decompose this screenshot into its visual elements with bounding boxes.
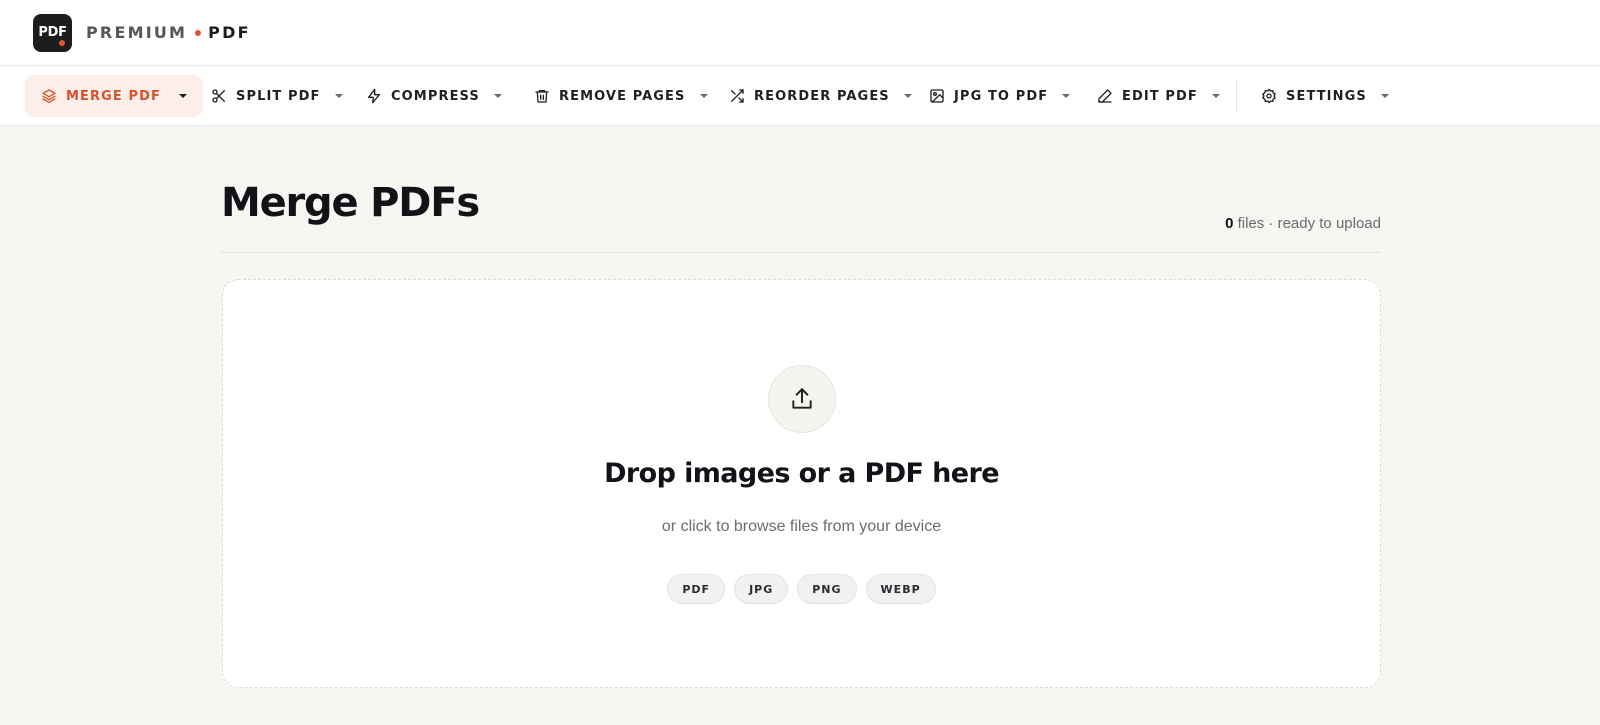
nav-item-reorder-pages[interactable]: REORDER PAGES <box>713 75 928 117</box>
nav-item-label: EDIT PDF <box>1122 88 1198 104</box>
format-chip-jpg: JPG <box>734 574 789 604</box>
chevron-down-icon[interactable] <box>334 94 343 98</box>
shuffle-icon <box>729 88 745 104</box>
title-divider <box>221 252 1381 253</box>
format-chip-webp: WEBP <box>865 574 936 604</box>
nav-item-label: MERGE PDF <box>66 88 162 104</box>
chevron-down-icon[interactable] <box>1380 94 1389 98</box>
nav-item-merge-pdf[interactable]: MERGE PDF <box>25 75 204 117</box>
trash-icon <box>534 88 550 104</box>
nav-item-compress[interactable]: COMPRESS <box>350 75 518 117</box>
layers-icon <box>41 88 57 104</box>
lightning-icon <box>366 88 382 104</box>
chevron-down-icon[interactable] <box>1211 94 1220 98</box>
logo-text: PDF <box>38 25 67 40</box>
dropzone-subtitle: or click to browse files from your devic… <box>661 518 942 535</box>
upload-icon <box>768 365 836 433</box>
brand-name[interactable]: PREMIUM PDF <box>86 23 251 42</box>
format-chip-pdf: PDF <box>667 574 726 604</box>
chevron-down-icon[interactable] <box>699 94 708 98</box>
brand-name-part2: PDF <box>208 23 251 42</box>
nav-item-label: REORDER PAGES <box>754 88 890 104</box>
nav-item-label: COMPRESS <box>391 88 480 104</box>
file-status: 0 files · ready to upload <box>1225 215 1381 232</box>
logo-dot <box>59 39 65 46</box>
gear-icon <box>1261 88 1277 104</box>
page-title: Merge PDFs <box>221 180 480 226</box>
pencil-icon <box>1097 88 1113 104</box>
nav-item-remove-pages[interactable]: REMOVE PAGES <box>518 75 724 117</box>
nav-item-edit-pdf[interactable]: EDIT PDF <box>1081 75 1236 117</box>
nav-item-settings[interactable]: SETTINGS <box>1245 75 1405 117</box>
image-icon <box>929 88 945 104</box>
brand-dot <box>195 29 202 36</box>
file-status-text: files · ready to upload <box>1233 215 1381 232</box>
nav-item-jpg-to-pdf[interactable]: JPG TO PDF <box>913 75 1086 117</box>
nav-divider <box>1236 80 1237 112</box>
scissors-icon <box>211 88 227 104</box>
nav-item-label: SETTINGS <box>1286 88 1367 104</box>
top-header: PDF PREMIUM PDF <box>0 0 1600 66</box>
chevron-down-icon[interactable] <box>903 94 912 98</box>
nav-item-label: REMOVE PAGES <box>559 88 686 104</box>
nav-item-split-pdf[interactable]: SPLIT PDF <box>195 75 359 117</box>
nav-item-label: JPG TO PDF <box>954 88 1049 104</box>
nav-item-label: SPLIT PDF <box>236 88 321 104</box>
dropzone-title: Drop images or a PDF here <box>604 458 999 489</box>
brand-name-part1: PREMIUM <box>86 23 188 42</box>
chevron-down-icon[interactable] <box>1062 94 1071 98</box>
chevron-down-icon[interactable] <box>493 94 502 98</box>
format-chip-png: PNG <box>797 574 857 604</box>
chevron-down-icon[interactable] <box>179 94 188 98</box>
tool-nav: MERGE PDF SPLIT PDF COMPRESS REMOVE PAGE… <box>0 66 1600 126</box>
logo[interactable]: PDF <box>33 13 72 52</box>
file-dropzone[interactable]: Drop images or a PDF here or click to br… <box>222 279 1381 688</box>
format-chips: PDF JPG PNG WEBP <box>223 574 1380 604</box>
